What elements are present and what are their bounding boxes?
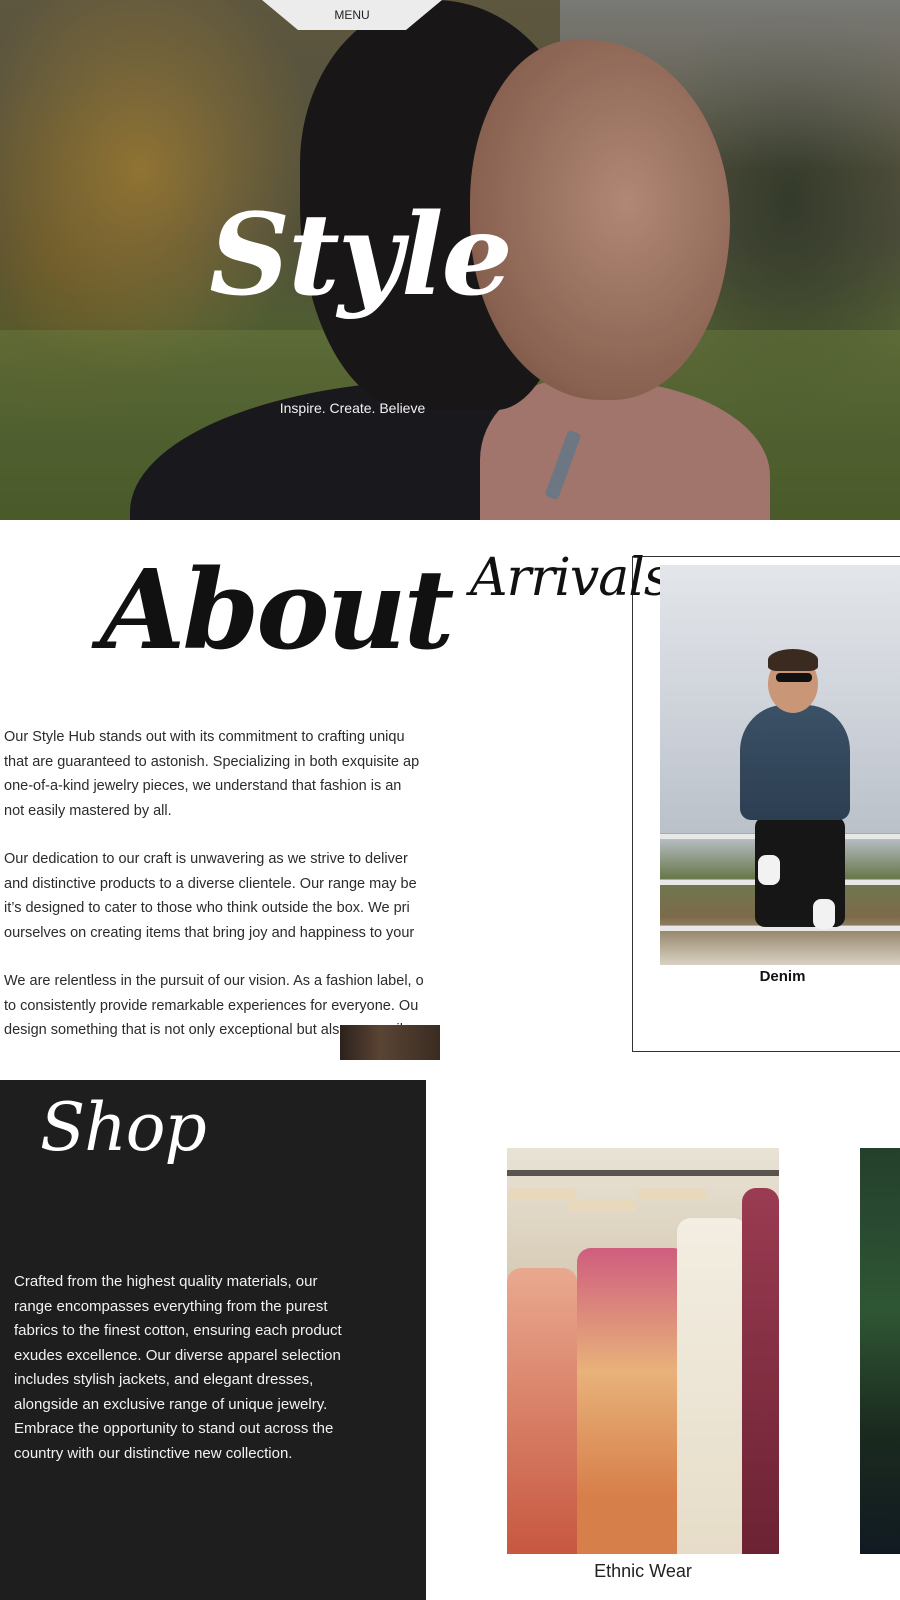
about-paragraph: Our dedication to our craft is unwaverin… [4, 847, 440, 945]
about-heading: About [100, 545, 454, 674]
about-paragraph: Our Style Hub stands out with its commit… [4, 725, 440, 823]
about-line: ourselves on creating items that bring j… [4, 924, 415, 941]
hanger [567, 1200, 637, 1212]
model-sunglasses [776, 673, 812, 682]
ethnic-wear-product-image[interactable] [507, 1148, 779, 1554]
shop-line: exudes excellence. Our diverse apparel s… [14, 1346, 341, 1364]
hero-title: Style [209, 190, 513, 321]
about-image-fragment [340, 1025, 440, 1060]
shop-line: Crafted from the highest quality materia… [14, 1273, 318, 1290]
model-hair [768, 649, 818, 671]
hero-tagline: Inspire. Create. Believe [279, 400, 426, 416]
model-denim-jacket [740, 705, 850, 820]
menu-label: MENU [334, 8, 370, 22]
shop-line: range encompasses everything from the pu… [14, 1297, 328, 1315]
hanger [507, 1188, 577, 1200]
garment [677, 1218, 747, 1554]
clothing-rack [507, 1170, 779, 1176]
hanger [637, 1188, 707, 1200]
garment [742, 1188, 779, 1554]
arrivals-item-caption[interactable]: Denim [660, 968, 900, 985]
about-line: and distinctive products to a diverse cl… [4, 875, 417, 892]
model-shoe [813, 899, 835, 929]
shop-description: Crafted from the highest quality materia… [14, 1270, 414, 1466]
shop-line: includes stylish jackets, and elegant dr… [14, 1371, 314, 1388]
about-line: Our dedication to our craft is unwaverin… [4, 851, 408, 867]
about-text: Our Style Hub stands out with its commit… [4, 725, 440, 1055]
about-line: one-of-a-kind jewelry pieces, we underst… [4, 778, 402, 794]
garment [507, 1268, 577, 1554]
about-line: that are guaranteed to astonish. Special… [4, 753, 420, 770]
about-line: Our Style Hub stands out with its commit… [4, 729, 405, 745]
about-line: to consistently provide remarkable exper… [4, 997, 419, 1014]
about-line: not easily mastered by all. [4, 802, 172, 819]
shop-item-caption[interactable]: Ethnic Wear [507, 1561, 779, 1582]
denim-product-image[interactable] [660, 565, 900, 965]
about-line: it’s designed to cater to those who thin… [4, 900, 410, 916]
model-shoe [758, 855, 780, 885]
shop-line: alongside an exclusive range of unique j… [14, 1395, 328, 1413]
about-line: We are relentless in the pursuit of our … [4, 973, 424, 989]
next-product-image-edge[interactable] [860, 1148, 900, 1554]
arrivals-heading: Arrivals [470, 548, 671, 608]
shop-line: country with our distinctive new collect… [14, 1444, 293, 1462]
garment [577, 1248, 687, 1554]
shop-line: fabrics to the finest cotton, ensuring e… [14, 1322, 342, 1339]
shop-line: Embrace the opportunity to stand out acr… [14, 1420, 334, 1437]
shop-heading: Shop [40, 1089, 207, 1166]
